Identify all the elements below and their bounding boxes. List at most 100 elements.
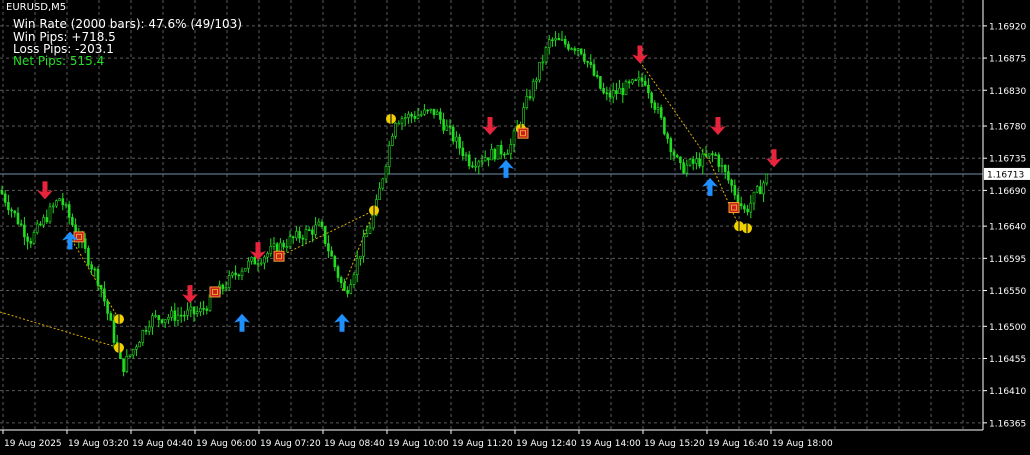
win-rate-text: Win Rate (2000 bars): 47.6% (49/103): [13, 17, 242, 31]
price-chart[interactable]: 1.16920 1.16875 1.16830 1.16780 1.16735 1.166…: [0, 0, 1030, 455]
candle-body: [205, 308, 209, 311]
candle-body: [445, 125, 449, 131]
price-tick-label: 1.16595: [989, 255, 1026, 265]
candle-body: [173, 310, 177, 321]
candle-body: [506, 153, 509, 155]
candle-body: [317, 221, 321, 226]
candle-body: [691, 159, 695, 164]
candle-body: [656, 107, 660, 110]
candle-body: [730, 179, 733, 186]
candle-body: [93, 268, 97, 271]
candle-body: [339, 277, 343, 284]
candle-body: [96, 268, 100, 286]
candle-body: [429, 108, 433, 111]
time-tick-label: 19 Aug 15:20: [644, 439, 705, 449]
candle-body: [765, 173, 769, 184]
candle-body: [154, 315, 157, 317]
candle-body: [291, 236, 295, 239]
candle-body: [99, 285, 103, 290]
price-tick-label: 1.16780: [989, 123, 1026, 133]
candle-body: [285, 246, 289, 248]
candle-body: [282, 242, 285, 248]
candle-body: [733, 185, 737, 196]
candle-body: [416, 114, 420, 119]
candle-body: [739, 203, 743, 207]
candle-body: [631, 79, 634, 84]
time-tick-label: 19 Aug 04:40: [132, 439, 193, 449]
candle-body: [61, 198, 65, 205]
candle-body: [87, 248, 90, 265]
candle-body: [346, 290, 349, 294]
candle-body: [714, 154, 717, 156]
candle-body: [653, 102, 657, 110]
candle-body: [359, 255, 362, 259]
candle-body: [723, 164, 727, 172]
candle-body: [611, 90, 615, 98]
candle-body: [672, 151, 676, 156]
candle-body: [701, 153, 705, 167]
candle-body: [19, 223, 23, 226]
candle-body: [496, 145, 500, 160]
price-tick-label: 1.16830: [989, 87, 1026, 97]
candle-body: [695, 158, 698, 164]
candle-body: [579, 48, 583, 55]
candle-body: [615, 90, 618, 94]
candle-body: [170, 310, 173, 318]
candle-body: [179, 314, 183, 317]
candle-body: [131, 349, 135, 356]
candle-body: [26, 236, 29, 242]
time-tick-label: 19 Aug 18:00: [772, 439, 833, 449]
price-tick-label: 1.16410: [989, 387, 1026, 397]
time-tick-label: 19 Aug 08:40: [324, 439, 385, 449]
candle-body: [538, 61, 541, 81]
candle-body: [51, 205, 55, 208]
time-tick-label: 19 Aug 2025: [4, 439, 62, 449]
candle-body: [589, 62, 593, 65]
candle-body: [381, 178, 385, 189]
candle-body: [397, 122, 401, 125]
candle-body: [493, 149, 497, 160]
candle-body: [512, 130, 516, 145]
candle-body: [669, 138, 673, 153]
candle-body: [266, 253, 269, 258]
candle-body: [320, 221, 324, 227]
candle-body: [343, 282, 346, 291]
stop-box-marker: [517, 127, 529, 139]
candle-body: [247, 260, 250, 269]
candle-body: [490, 149, 493, 161]
candle-body: [666, 133, 669, 139]
price-tick-label: 1.16640: [989, 223, 1026, 233]
price-tick-label: 1.16455: [989, 355, 1026, 365]
candle-body: [237, 274, 241, 277]
candle-body: [554, 38, 557, 41]
candle-body: [563, 39, 567, 45]
candle-body: [189, 306, 193, 311]
candle-body: [627, 81, 631, 84]
candle-body: [42, 217, 45, 226]
candle-body: [602, 88, 605, 94]
candle-body: [90, 264, 93, 270]
candle-body: [352, 274, 356, 285]
candle-body: [480, 160, 484, 163]
current-price-label: 1.16713: [987, 170, 1024, 180]
candle-body: [503, 153, 506, 156]
stop-box-marker: [728, 202, 740, 214]
candle-body: [71, 217, 74, 226]
candle-body: [176, 314, 180, 321]
candle-body: [128, 354, 132, 357]
candle-body: [755, 186, 759, 193]
candle-body: [426, 109, 429, 112]
candle-body: [125, 356, 129, 373]
candle-body: [384, 166, 388, 180]
candle-body: [64, 204, 68, 206]
candle-body: [243, 267, 247, 272]
candle-body: [355, 258, 359, 276]
candle-body: [474, 165, 477, 168]
candle-body: [759, 186, 762, 195]
candle-body: [323, 226, 327, 244]
price-tick-label: 1.16500: [989, 323, 1026, 333]
candle-body: [541, 61, 545, 64]
candle-body: [259, 262, 263, 265]
candle-body: [186, 309, 189, 316]
price-tick-label: 1.16875: [989, 55, 1026, 65]
